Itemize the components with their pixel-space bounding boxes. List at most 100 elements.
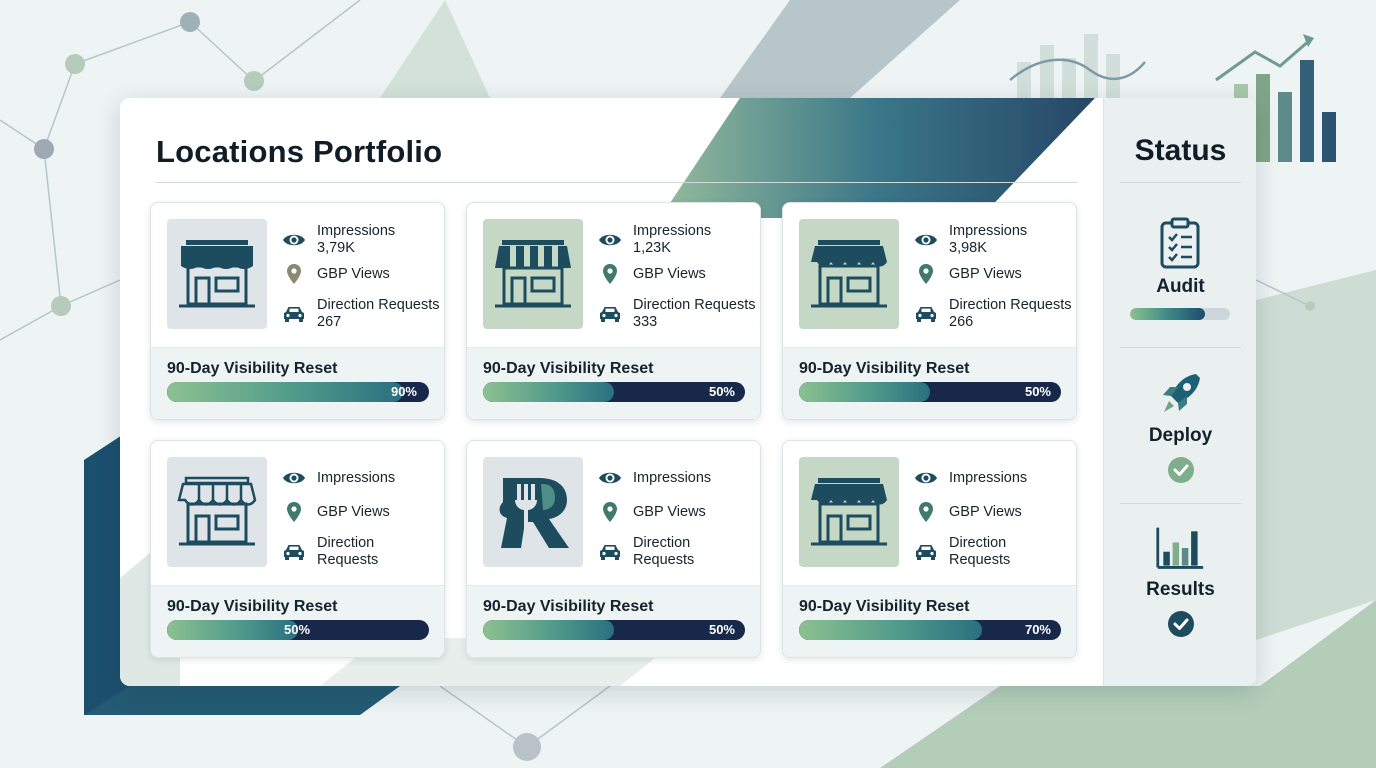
progress-fill [483,382,614,402]
gbp-views-metric: GBP Views [281,263,390,285]
location-card[interactable]: Impressions 1,23K GBP Views Direction Re… [466,202,761,420]
progress-percent: 90% [390,384,417,399]
direction-requests-metric: Direction Requests [281,535,378,569]
visibility-reset-label: 90-Day Visibility Reset [483,598,654,615]
location-thumbnail [483,219,583,329]
location-card[interactable]: Impressions 3,98K GBP Views Direction Re… [782,202,1077,420]
scalloped-awning-store-icon [811,478,887,546]
impressions-metric: Impressions [281,467,395,489]
status-step-audit: Audit [1156,276,1205,297]
visibility-reset-footer: 90-Day Visibility Reset 50% [467,347,760,419]
eye-icon [281,229,307,251]
status-divider [1120,182,1241,183]
direction-requests-metric: Direction Requests 333 [597,297,756,331]
map-pin-icon [913,263,939,285]
status-step-deploy: Deploy [1148,425,1213,446]
location-card[interactable]: Impressions GBP Views Direction Requests… [150,440,445,658]
direction-requests-label-line2: Requests [317,552,379,568]
status-column: Status Audit Deploy Results [1103,98,1256,686]
progress-percent: 70% [1024,622,1051,637]
eye-icon [281,467,307,489]
eye-icon [913,467,939,489]
map-pin-icon [913,501,939,523]
location-thumbnail [799,457,899,567]
direction-requests-label-line2: Requests [633,552,695,568]
progress-fill [167,382,403,402]
rocket-icon [1155,370,1205,424]
gbp-views-metric: GBP Views [597,501,706,523]
gbp-views-label: GBP Views [633,503,706,520]
bar-chart-icon [1155,524,1205,578]
car-icon [281,303,307,325]
visibility-reset-label: 90-Day Visibility Reset [167,360,338,377]
car-icon [281,541,307,563]
direction-requests-value: 333 [633,314,658,330]
impressions-label: Impressions [317,223,396,239]
visibility-reset-progress-bar: 50% [483,620,745,640]
gbp-views-label: GBP Views [317,503,390,520]
gbp-views-label: GBP Views [633,265,706,282]
car-icon [597,541,623,563]
visibility-reset-progress-bar: 50% [167,620,429,640]
location-thumbnail [483,457,583,567]
car-icon [913,541,939,563]
direction-requests-label: Direction Requests [949,297,1072,313]
gbp-views-label: GBP Views [949,265,1022,282]
title-divider [156,182,1078,183]
progress-fill [167,620,298,640]
gbp-views-metric: GBP Views [913,501,1022,523]
impressions-metric: Impressions [597,467,711,489]
visibility-reset-progress-bar: 50% [799,382,1061,402]
striped-awning-store-icon [495,240,571,308]
impressions-metric: Impressions 3,98K [913,223,1027,257]
progress-percent: 50% [708,622,735,637]
progress-percent: 50% [284,622,311,637]
map-pin-icon [597,263,623,285]
gbp-views-label: GBP Views [949,503,1022,520]
direction-requests-metric: Direction Requests [597,535,694,569]
map-pin-icon [281,263,307,285]
direction-requests-metric: Direction Requests [913,535,1010,569]
location-card[interactable]: Impressions 3,79K GBP Views Direction Re… [150,202,445,420]
visibility-reset-label: 90-Day Visibility Reset [483,360,654,377]
visibility-reset-progress-bar: 90% [167,382,429,402]
visibility-reset-progress-bar: 70% [799,620,1061,640]
gbp-views-metric: GBP Views [281,501,390,523]
progress-fill [799,620,983,640]
location-card[interactable]: Impressions GBP Views Direction Requests… [466,440,761,658]
impressions-metric: Impressions [913,467,1027,489]
eye-icon [913,229,939,251]
visibility-reset-progress-bar: 50% [483,382,745,402]
map-pin-icon [281,501,307,523]
direction-requests-value: 266 [949,314,974,330]
impressions-value: 3,98K [949,240,987,256]
restaurant-fork-logo-icon [499,478,569,548]
location-thumbnail [167,219,267,329]
check-circle-icon [1168,457,1194,483]
progress-percent: 50% [708,384,735,399]
car-icon [913,303,939,325]
status-title: Status [1134,134,1227,167]
impressions-label: Impressions [949,223,1028,239]
gbp-views-metric: GBP Views [597,263,706,285]
eye-icon [597,467,623,489]
visibility-reset-label: 90-Day Visibility Reset [799,360,970,377]
direction-requests-label: Direction [949,535,1007,551]
impressions-metric: Impressions 3,79K [281,223,395,257]
status-step-results: Results [1146,579,1215,600]
impressions-label: Impressions [633,469,712,486]
direction-requests-label: Direction Requests [633,297,756,313]
gbp-views-label: GBP Views [317,265,390,282]
impressions-metric: Impressions 1,23K [597,223,711,257]
visibility-reset-footer: 90-Day Visibility Reset 70% [783,585,1076,657]
car-icon [597,303,623,325]
eye-icon [597,229,623,251]
direction-requests-label-line2: Requests [949,552,1011,568]
location-card[interactable]: Impressions GBP Views Direction Requests… [782,440,1077,658]
gbp-views-metric: GBP Views [913,263,1022,285]
impressions-value: 1,23K [633,240,671,256]
audit-progress-fill [1130,308,1205,320]
check-circle-icon [1168,611,1194,637]
impressions-label: Impressions [949,469,1028,486]
visibility-reset-footer: 90-Day Visibility Reset 50% [151,585,444,657]
